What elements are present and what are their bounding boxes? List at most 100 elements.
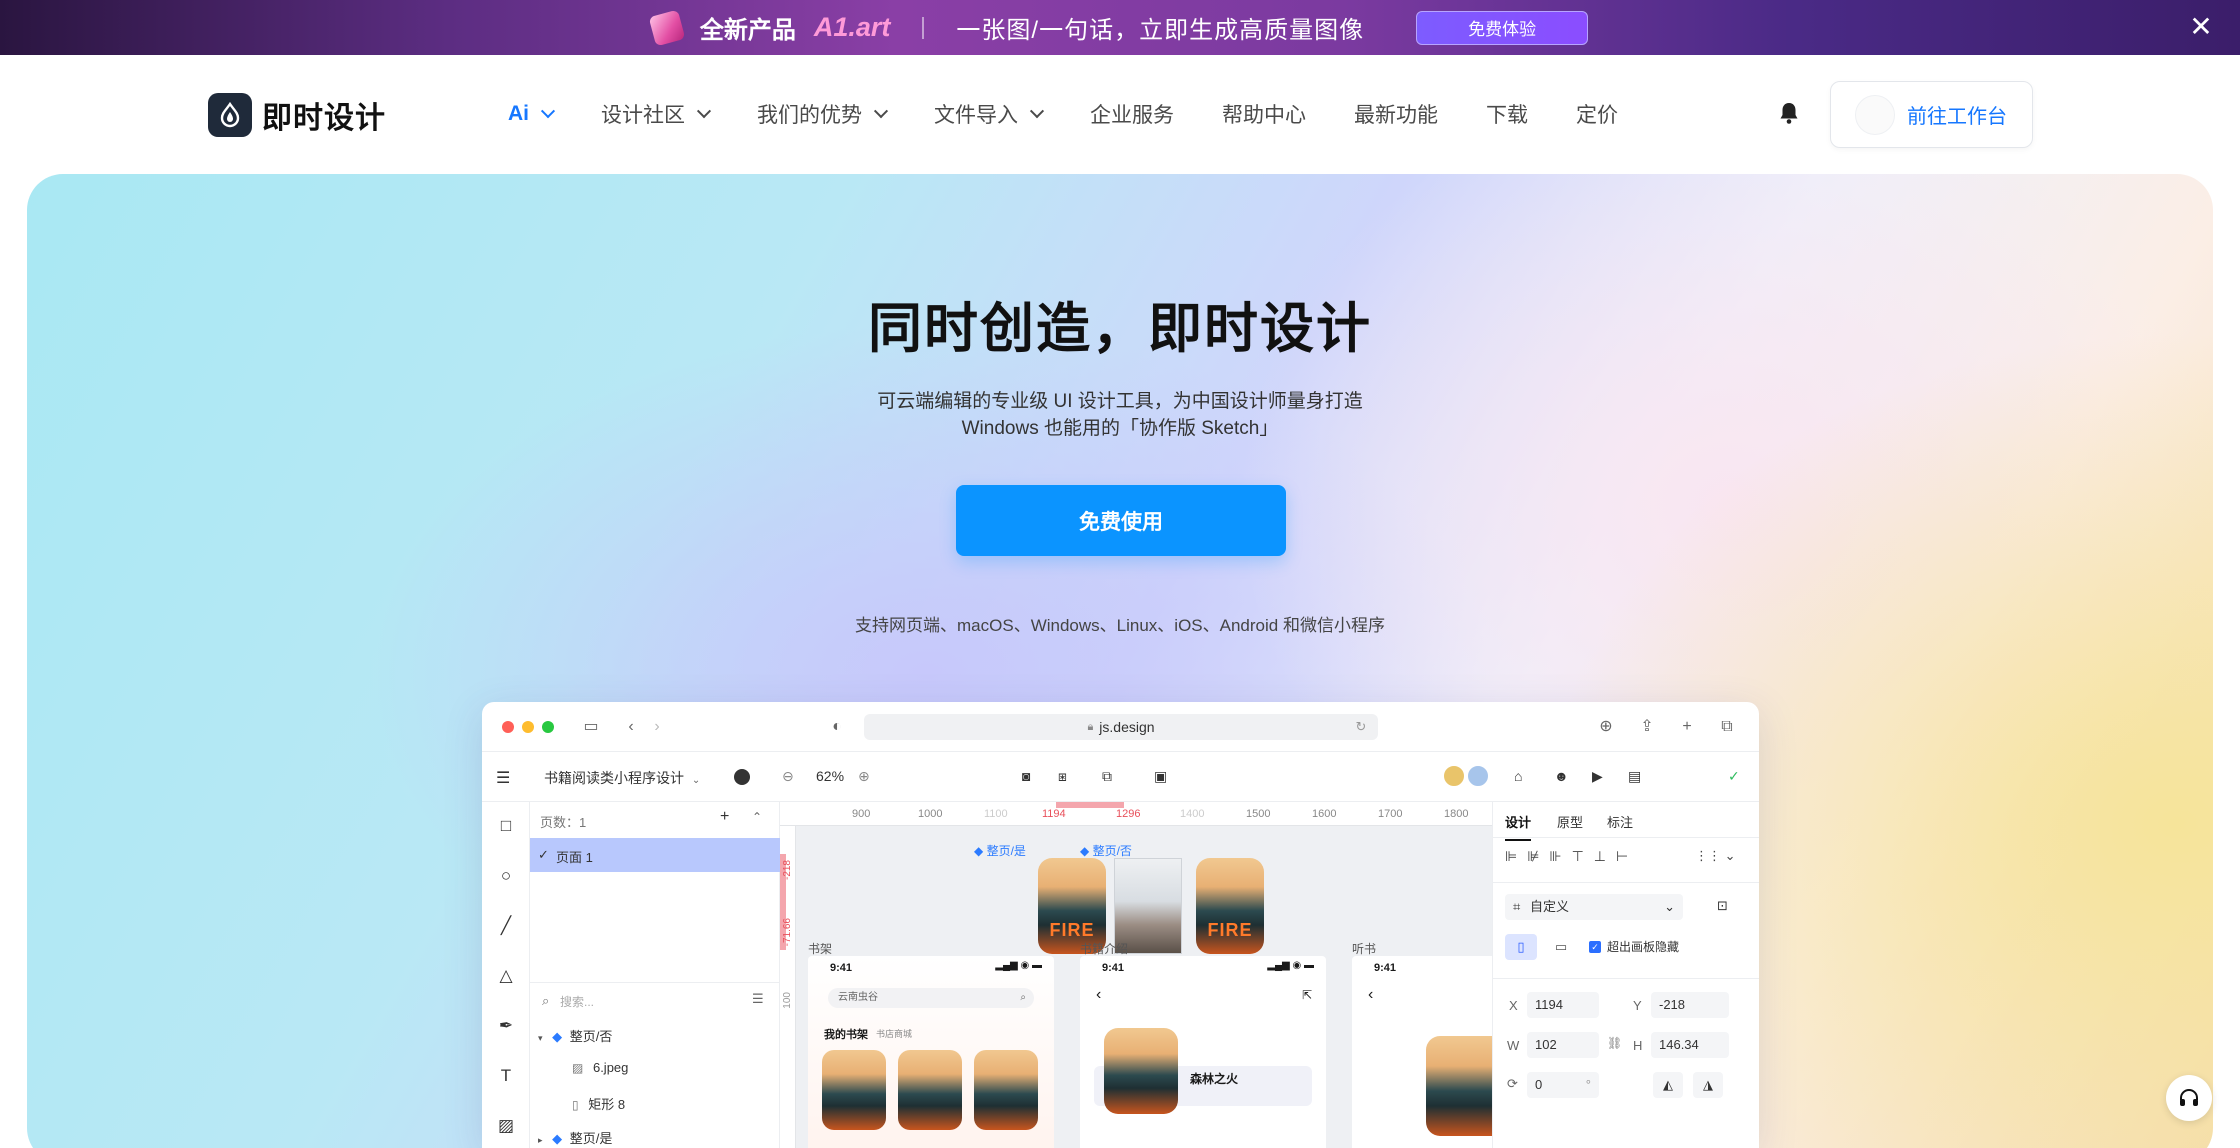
landscape-icon: ▭	[1554, 939, 1568, 954]
ruler-tick: 100	[782, 992, 793, 1009]
ruler-tick: 1700	[1378, 808, 1403, 820]
forward-icon: ›	[654, 718, 660, 735]
nav-item-import[interactable]: 文件导入	[934, 99, 1045, 129]
frame-preset-select[interactable]: ⌗ 自定义 ⌄	[1505, 894, 1683, 920]
shelf-tab: 书店商城	[876, 1029, 913, 1039]
frame-label: 听书	[1352, 942, 1377, 956]
back-icon: ‹	[1096, 986, 1102, 1003]
component-label-text: 整页/否	[1092, 844, 1132, 858]
nav-item-ai[interactable]: Ai	[508, 102, 556, 126]
layer-name: 整页/否	[569, 1029, 613, 1044]
bell-icon[interactable]	[1778, 101, 1800, 125]
tabs-icon: ⧉	[1721, 718, 1733, 735]
crop-icon: ⧆	[1058, 768, 1067, 784]
nav-item-new-features[interactable]: 最新功能	[1354, 99, 1438, 129]
w-label: W	[1507, 1038, 1520, 1053]
caret-right-icon: ▸	[538, 1135, 543, 1145]
flip-horizontal-icon[interactable]: ◭	[1653, 1072, 1683, 1098]
hero-subtitle-line-1: 可云端编辑的专业级 UI 设计工具，为中国设计师量身打造	[877, 391, 1363, 412]
frame-icon: ⌗	[1513, 899, 1521, 914]
maximize-dot	[542, 721, 554, 733]
promo-new-label: 全新产品	[699, 17, 796, 44]
nav-item-pricing[interactable]: 定价	[1576, 99, 1618, 129]
tab-annotate[interactable]: 标注	[1607, 812, 1633, 831]
promo-try-button[interactable]: 免费体验	[1416, 10, 1589, 45]
logo-text: 即时设计	[262, 102, 386, 135]
clip-content-checkbox[interactable]: ✓ 超出画板隐藏	[1589, 938, 1679, 955]
x-label: X	[1509, 998, 1518, 1013]
book-cover	[898, 1050, 962, 1130]
logo-icon	[208, 93, 252, 137]
rectangle-icon: ▯	[572, 1098, 579, 1112]
check-icon: ✓	[538, 847, 549, 862]
mask-icon: ◙	[1022, 768, 1031, 784]
component-label-text: 整页/是	[986, 844, 1026, 858]
frame-icon: ▣	[1154, 768, 1168, 784]
avatar	[1466, 764, 1490, 788]
ruler-tick: -71.66	[782, 918, 793, 947]
rotation-input[interactable]: 0 °	[1527, 1072, 1599, 1098]
tab-prototype[interactable]: 原型	[1557, 812, 1583, 831]
support-button[interactable]	[2166, 1075, 2212, 1121]
nav-item-community[interactable]: 设计社区	[601, 99, 712, 129]
main-nav: Ai 设计社区 我们的优势 文件导入 企业服务 帮助中心 最新功能 下载 定价	[508, 99, 1666, 129]
file-name-text: 书籍阅读类小程序设计	[544, 770, 684, 786]
tool-sidebar: □ ○ ╱ △ ✒ T ▨	[482, 802, 530, 1148]
book-cover	[1104, 1028, 1178, 1114]
close-icon[interactable]: ✕	[2188, 13, 2214, 41]
book-cover-text: FIRE	[1049, 920, 1095, 940]
layer-row: ▾ ◆ 整页/否	[538, 1026, 612, 1045]
divider	[1493, 882, 1759, 883]
distribute-icon: ⋮⋮ ⌄	[1695, 848, 1736, 863]
workbench-button[interactable]: 前往工作台	[1830, 81, 2033, 148]
nav-item-download[interactable]: 下载	[1486, 99, 1528, 129]
gem-icon	[648, 9, 686, 46]
share-icon: ⇪	[1640, 718, 1654, 735]
w-input[interactable]: 102	[1527, 1032, 1599, 1058]
layer-row: ▯ 矩形 8	[572, 1094, 625, 1113]
y-input[interactable]: -218	[1651, 992, 1729, 1018]
nav-item-enterprise[interactable]: 企业服务	[1090, 99, 1174, 129]
tab-design[interactable]: 设计	[1505, 812, 1532, 841]
free-use-button[interactable]: 免费使用	[956, 485, 1286, 556]
promo-banner: 全新产品 A1.art 一张图/一句话，立即生成高质量图像 免费体验 ✕	[0, 0, 2240, 55]
fit-icon: ⊡	[1717, 898, 1728, 913]
hero-subtitle-line-2: Windows 也能用的「协作版 Sketch」	[961, 418, 1279, 439]
shield-icon: ◐	[832, 718, 842, 735]
nav-label: 我们的优势	[757, 104, 862, 127]
x-input[interactable]: 1194	[1527, 992, 1599, 1018]
search-icon: ⌕	[542, 993, 550, 1008]
browser-titlebar: ▭ ‹ › ◐ 🔒︎ js.design ↻ ⊕ ⇪ + ⧉	[482, 702, 1759, 752]
file-name: 书籍阅读类小程序设计 ⌄	[544, 768, 700, 788]
ruler-tick: 1194	[1042, 808, 1066, 820]
ruler-tick: 900	[852, 808, 871, 820]
download-icon: ⊕	[1599, 718, 1613, 735]
url-text: js.design	[1099, 719, 1155, 735]
chevron-down-icon: ⌄	[1664, 899, 1675, 914]
add-page-icon: +	[720, 808, 730, 825]
workbench-label: 前往工作台	[1907, 106, 2007, 128]
chevron-down-icon	[696, 104, 712, 119]
image-icon: ▨	[572, 1061, 584, 1075]
back-icon: ‹	[628, 718, 634, 735]
checkbox-icon: ✓	[1589, 940, 1601, 953]
logo[interactable]: 即时设计	[208, 93, 386, 137]
flip-vertical-icon[interactable]: ◮	[1693, 1072, 1723, 1098]
menu-icon: ☰	[496, 770, 511, 787]
promo-brand: A1.art	[813, 12, 891, 42]
component-icon: ◆	[552, 1131, 563, 1146]
share-icon: ⇱	[1301, 988, 1312, 1002]
clip-content-label: 超出画板隐藏	[1607, 940, 1680, 954]
line-tool-icon: ╱	[500, 916, 512, 935]
component-label: ◆ 整页/是	[974, 844, 1026, 858]
chevron-down-icon	[873, 104, 889, 119]
nav-item-advantages[interactable]: 我们的优势	[757, 99, 889, 129]
nav-label: 文件导入	[934, 104, 1018, 127]
search-icon: ⌕	[1020, 992, 1026, 1003]
h-input[interactable]: 146.34	[1651, 1032, 1729, 1058]
zoom-out-icon: ⊖	[782, 768, 794, 784]
nav-item-help[interactable]: 帮助中心	[1222, 99, 1306, 129]
preset-value: 自定义	[1529, 899, 1569, 914]
book-cover	[1426, 1036, 1492, 1136]
chevron-down-icon	[1029, 104, 1045, 119]
